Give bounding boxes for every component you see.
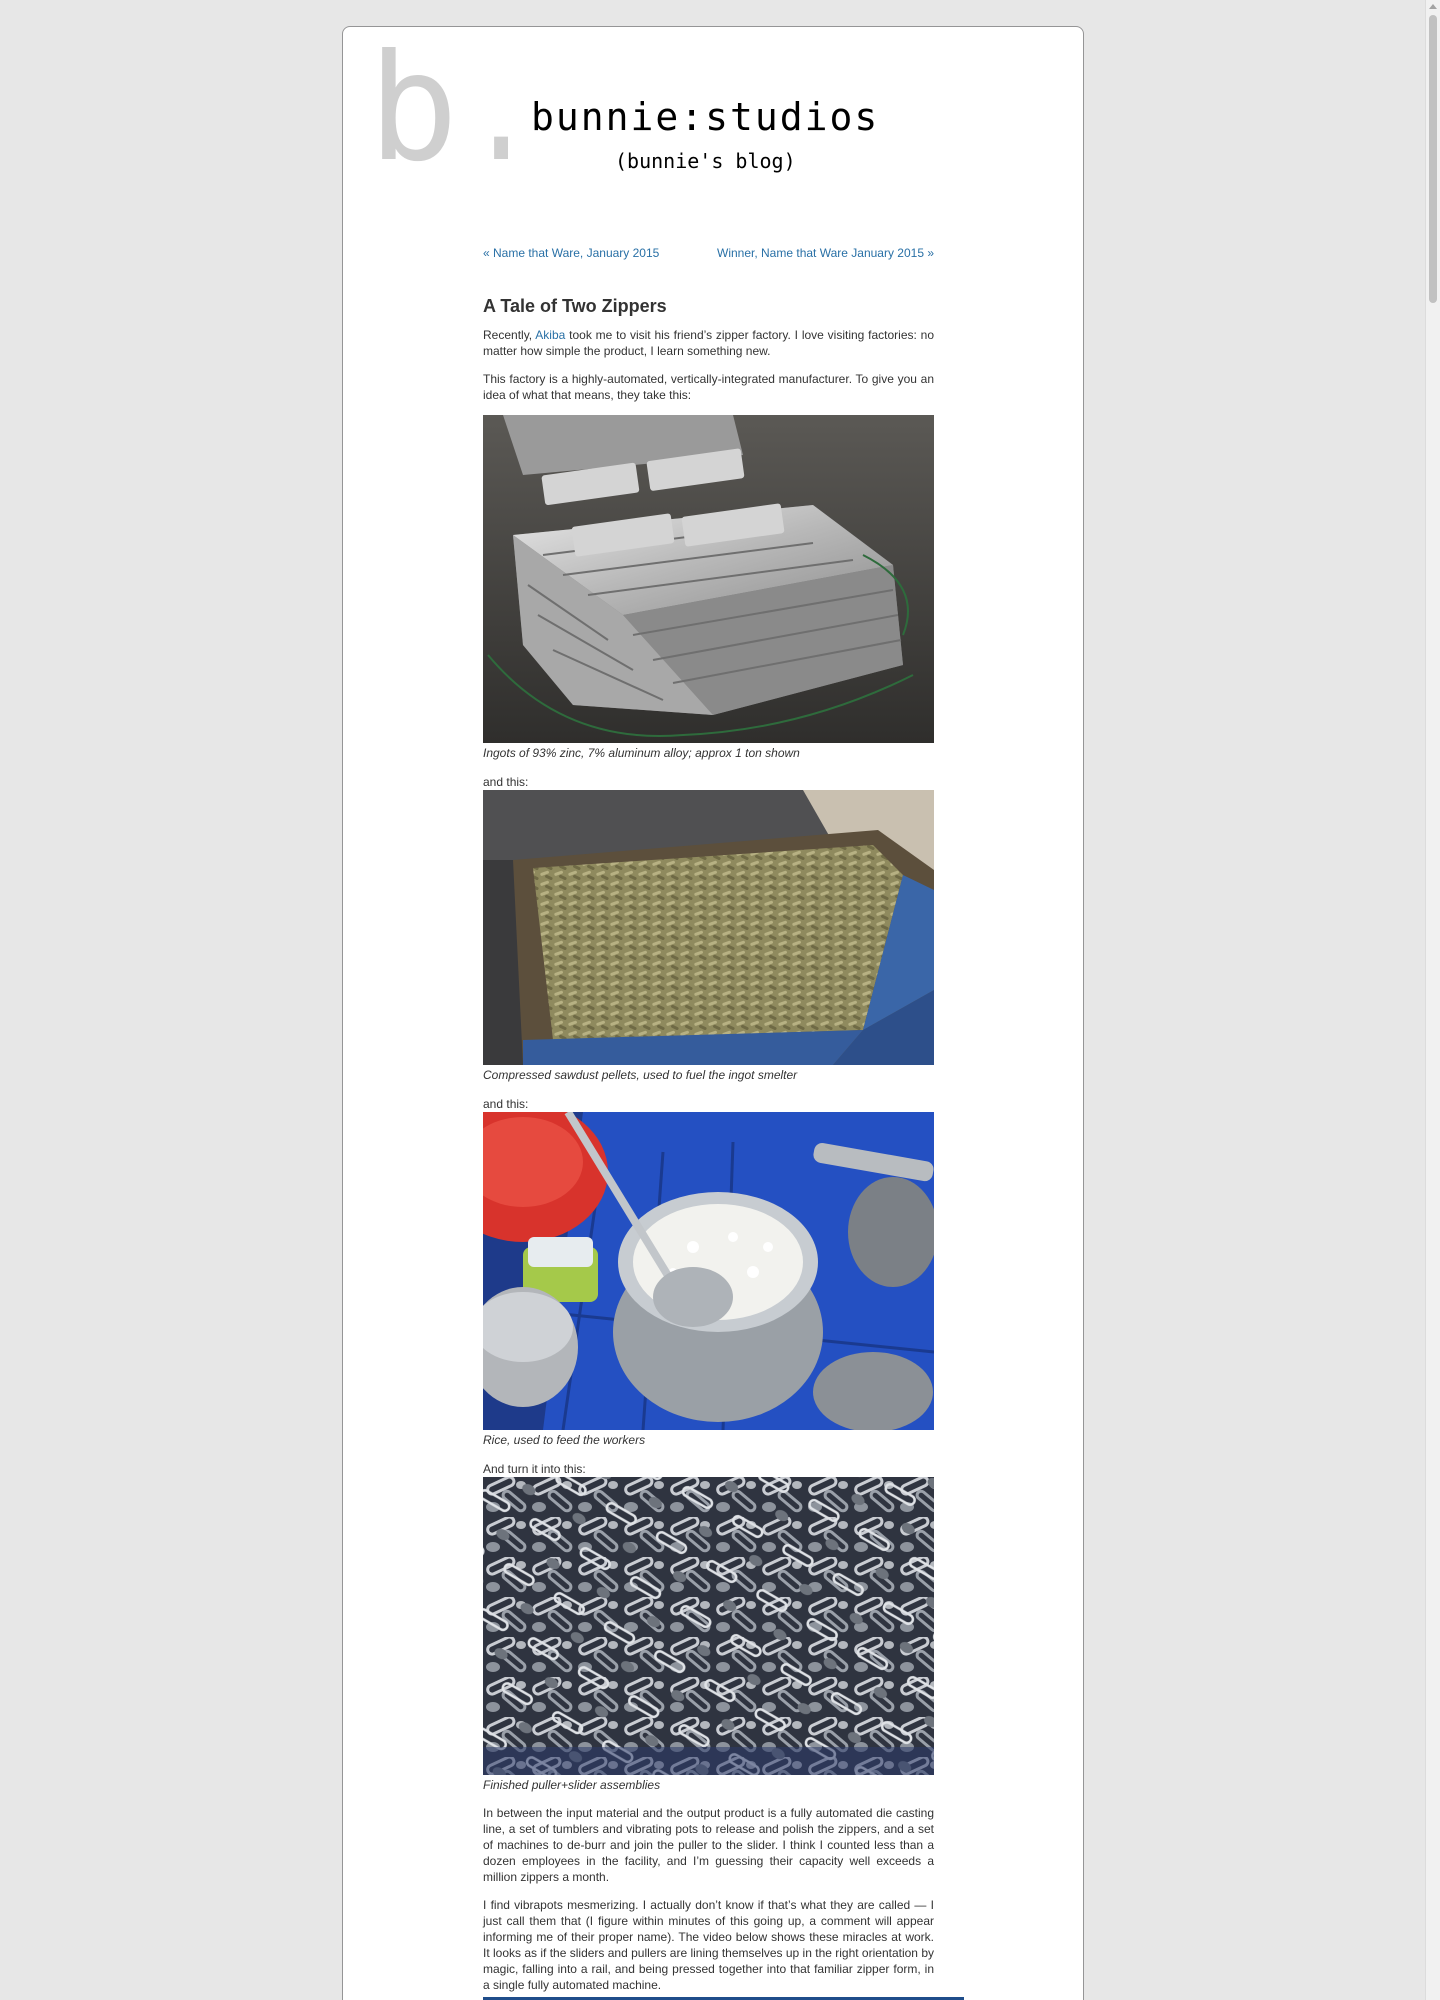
post-content: « Name that Ware, January 2015 Winner, N… xyxy=(483,245,934,1993)
next-post-link[interactable]: Winner, Name that Ware January 2015 » xyxy=(717,245,934,261)
image-caption: Ingots of 93% zinc, 7% aluminum alloy; a… xyxy=(483,746,800,760)
site-description: (bunnie's blog) xyxy=(615,149,796,173)
post-paragraph: In between the input material and the ou… xyxy=(483,1806,934,1884)
scrollbar-thumb[interactable] xyxy=(1429,15,1437,303)
image-caption: Finished puller+slider assemblies xyxy=(483,1778,661,1792)
zipper-assemblies-photo[interactable] xyxy=(483,1477,934,1775)
post-navigation: « Name that Ware, January 2015 Winner, N… xyxy=(483,245,934,261)
page-container: b. bunnie:studios (bunnie's blog) « Name… xyxy=(342,26,1084,2000)
page-scrollbar[interactable] xyxy=(1425,0,1440,2000)
image-caption: Rice, used to feed the workers xyxy=(483,1433,646,1447)
logo-letter: b. xyxy=(368,47,508,177)
sawdust-pellets-photo[interactable] xyxy=(483,790,934,1065)
lead-text: and this: xyxy=(483,775,529,789)
site-header: b. bunnie:studios (bunnie's blog) xyxy=(343,27,1083,207)
post-title[interactable]: A Tale of Two Zippers xyxy=(483,295,934,317)
site-title[interactable]: bunnie:studios xyxy=(531,95,879,139)
rice-photo[interactable] xyxy=(483,1112,934,1430)
image-caption: Compressed sawdust pellets, used to fuel… xyxy=(483,1068,798,1082)
paragraph-text: Recently, xyxy=(483,328,536,342)
site-logo[interactable]: b. xyxy=(368,47,508,177)
scroll-up-arrow-icon[interactable] xyxy=(1429,4,1437,9)
akiba-link[interactable]: Akiba xyxy=(535,328,565,342)
lead-text: and this: xyxy=(483,1097,529,1111)
ingots-photo[interactable] xyxy=(483,415,934,743)
post-paragraph: Recently, Akiba took me to visit his fri… xyxy=(483,327,934,359)
lead-text: And turn it into this: xyxy=(483,1462,586,1476)
previous-post-link[interactable]: « Name that Ware, January 2015 xyxy=(483,245,659,261)
post-paragraph: This factory is a highly-automated, vert… xyxy=(483,372,934,402)
post-paragraph: I find vibrapots mesmerizing. I actually… xyxy=(483,1898,934,1992)
